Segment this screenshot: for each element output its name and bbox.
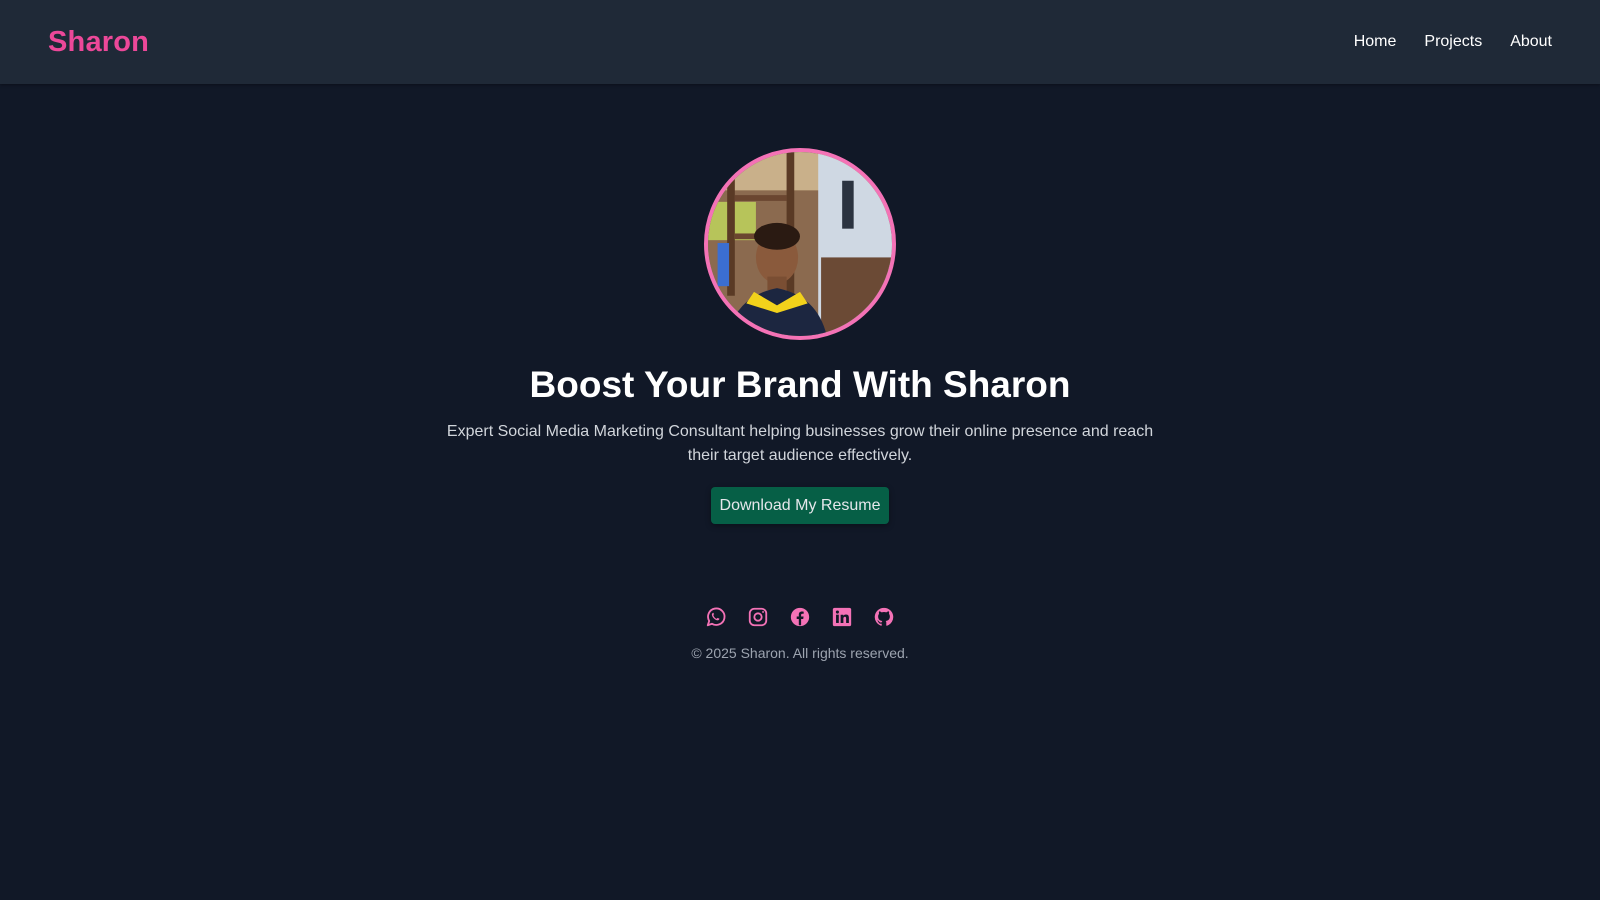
brand-logo[interactable]: Sharon <box>48 26 149 59</box>
top-navbar: Sharon Home Projects About <box>0 0 1600 84</box>
nav-link-about[interactable]: About <box>1510 33 1552 51</box>
nav-links: Home Projects About <box>1354 33 1552 51</box>
hero-headline: Boost Your Brand With Sharon <box>529 364 1071 405</box>
nav-link-home[interactable]: Home <box>1354 33 1397 51</box>
social-links <box>705 606 895 628</box>
download-resume-button[interactable]: Download My Resume <box>710 487 890 524</box>
copyright-text: © 2025 Sharon. All rights reserved. <box>691 645 909 661</box>
instagram-icon[interactable] <box>747 606 769 628</box>
hero-section: Boost Your Brand With Sharon Expert Soci… <box>0 84 1600 524</box>
github-icon[interactable] <box>873 606 895 628</box>
nav-link-projects[interactable]: Projects <box>1424 33 1482 51</box>
facebook-icon[interactable] <box>789 606 811 628</box>
footer: © 2025 Sharon. All rights reserved. <box>0 606 1600 661</box>
profile-photo <box>704 148 896 340</box>
linkedin-icon[interactable] <box>831 606 853 628</box>
hero-subtitle: Expert Social Media Marketing Consultant… <box>446 423 1154 464</box>
whatsapp-icon[interactable] <box>705 606 727 628</box>
